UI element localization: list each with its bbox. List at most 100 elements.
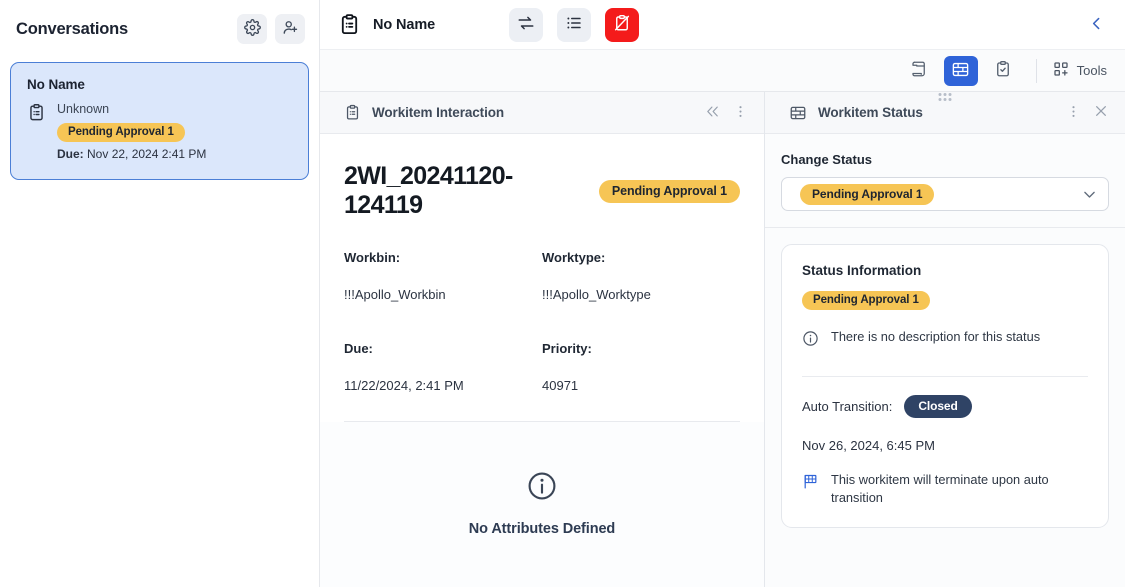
status-description-row: There is no description for this status xyxy=(802,328,1088,352)
status-pane-close-button[interactable] xyxy=(1087,99,1115,127)
grid-plus-icon xyxy=(1053,61,1069,80)
field-spacer xyxy=(344,302,542,341)
settings-button[interactable] xyxy=(237,14,267,44)
kebab-menu-icon xyxy=(1066,104,1081,122)
chevrons-left-icon xyxy=(705,104,720,122)
tools-label: Tools xyxy=(1076,63,1107,78)
status-description: There is no description for this status xyxy=(831,329,1041,344)
due-value: 11/22/2024, 2:41 PM xyxy=(344,378,464,393)
priority-value: 40971 xyxy=(542,378,579,393)
workitem-title: No Name xyxy=(373,16,436,33)
terminate-note: This workitem will terminate upon auto t… xyxy=(831,472,1049,506)
auto-transition-row: Auto Transition: Closed xyxy=(802,395,1088,418)
field-column-right: Worktype: !!!Apollo_Worktype Priority: 4… xyxy=(542,250,740,393)
conversation-due: Due: Nov 22, 2024 2:41 PM xyxy=(57,147,292,161)
workitem-status-pane: Workitem Status Change Status Pending Ap… xyxy=(765,92,1125,587)
auto-transition-value: Closed xyxy=(904,395,972,418)
wall-brick-icon xyxy=(951,60,970,82)
panes-container: Workitem Interaction 2WI_20241120-124119… xyxy=(320,92,1125,587)
status-pane-title: Workitem Status xyxy=(818,105,923,120)
status-select[interactable]: Pending Approval 1 xyxy=(781,177,1109,211)
conversations-sidebar: Conversations No Name Unknown Pending Ap… xyxy=(0,0,320,587)
status-card-divider xyxy=(802,376,1088,377)
toolbar-divider xyxy=(1035,58,1037,83)
workbin-value: !!!Apollo_Workbin xyxy=(344,287,446,302)
flag-grid-icon xyxy=(802,471,820,495)
workitem-id: 2WI_20241120-124119 xyxy=(344,162,513,219)
workitem-field-grid: Workbin: !!!Apollo_Workbin Due: 11/22/20… xyxy=(344,250,740,393)
due-value: Nov 22, 2024 2:41 PM xyxy=(87,147,207,161)
scroll-view-button[interactable] xyxy=(902,56,936,86)
gear-icon xyxy=(243,19,261,39)
status-card-badge: Pending Approval 1 xyxy=(802,291,930,310)
workitem-interaction-pane: Workitem Interaction 2WI_20241120-124119… xyxy=(320,92,765,587)
auto-transition-label: Auto Transition: xyxy=(802,399,893,414)
collapse-panel-button[interactable] xyxy=(1079,8,1113,42)
empty-state-text: No Attributes Defined xyxy=(468,521,616,537)
status-information-title: Status Information xyxy=(802,263,922,278)
conversation-name: No Name xyxy=(27,77,85,92)
field-column-left: Workbin: !!!Apollo_Workbin Due: 11/22/20… xyxy=(344,250,542,393)
info-circle-icon xyxy=(526,470,558,507)
clipboard-cancel-icon xyxy=(613,14,631,35)
pane-collapse-button[interactable] xyxy=(698,99,726,127)
wall-brick-icon xyxy=(789,104,807,122)
content-area: No Name Tools Workitem Interaction 2WI_2… xyxy=(320,0,1125,587)
sidebar-header: Conversations xyxy=(0,0,319,58)
scroll-icon xyxy=(910,60,928,81)
transfer-arrows-icon xyxy=(517,14,535,35)
clipboard-list-icon xyxy=(344,104,361,121)
conversation-details: Unknown Pending Approval 1 Due: Nov 22, … xyxy=(57,102,292,161)
field-spacer xyxy=(542,302,740,341)
terminate-note-row: This workitem will terminate upon auto t… xyxy=(802,471,1088,507)
tools-button[interactable]: Tools xyxy=(1047,56,1113,85)
status-card-badge-row: Pending Approval 1 xyxy=(802,290,1088,310)
clipboard-list-icon xyxy=(27,102,47,161)
list-button[interactable] xyxy=(557,7,592,42)
pane-title: Workitem Interaction xyxy=(372,105,505,120)
workitem-topbar: No Name xyxy=(320,0,1125,50)
workitem-status-badge: Pending Approval 1 xyxy=(598,179,740,203)
chevron-down-icon xyxy=(1081,186,1098,203)
status-pane-menu-button[interactable] xyxy=(1059,99,1087,127)
list-bullets-icon xyxy=(565,14,583,35)
status-badge: Pending Approval 1 xyxy=(57,123,185,142)
due-label: Due: xyxy=(57,147,84,161)
selected-status-badge: Pending Approval 1 xyxy=(800,183,935,205)
workitem-title-row: 2WI_20241120-124119 Pending Approval 1 xyxy=(344,162,740,220)
cancel-workitem-button[interactable] xyxy=(605,7,640,42)
clipboard-list-icon xyxy=(338,13,361,36)
panel-drag-handle[interactable] xyxy=(938,93,952,101)
workitem-interaction-header: Workitem Interaction xyxy=(320,92,764,134)
transfer-button[interactable] xyxy=(509,7,544,42)
kebab-menu-icon xyxy=(733,104,748,122)
change-status-section: Change Status Pending Approval 1 xyxy=(765,134,1125,211)
workitem-status-view-button[interactable] xyxy=(943,55,978,86)
worktype-value: !!!Apollo_Worktype xyxy=(542,287,651,302)
info-circle-icon xyxy=(802,328,820,352)
pane-menu-button[interactable] xyxy=(726,99,754,127)
change-status-label: Change Status xyxy=(781,152,873,167)
status-information-card: Status Information Pending Approval 1 Th… xyxy=(781,244,1109,529)
app-root: Conversations No Name Unknown Pending Ap… xyxy=(0,0,1125,587)
clipboard-check-button[interactable] xyxy=(986,56,1020,86)
topbar-actions xyxy=(509,7,640,42)
due-label: Due: xyxy=(344,341,373,356)
clipboard-check-icon xyxy=(994,60,1012,81)
tools-toolbar: Tools xyxy=(320,50,1125,92)
close-x-icon xyxy=(1093,103,1109,122)
conversation-body: Unknown Pending Approval 1 Due: Nov 22, … xyxy=(27,102,292,161)
page-title: Conversations xyxy=(16,19,129,38)
priority-label: Priority: xyxy=(542,341,592,356)
user-plus-icon xyxy=(282,19,299,39)
conversation-channel: Unknown xyxy=(57,102,110,116)
chevron-left-icon xyxy=(1088,15,1105,35)
workbin-label: Workbin: xyxy=(344,250,401,265)
attributes-empty-state: No Attributes Defined xyxy=(320,422,764,587)
worktype-label: Worktype: xyxy=(542,250,606,265)
workitem-details: 2WI_20241120-124119 Pending Approval 1 W… xyxy=(320,134,764,422)
auto-transition-date: Nov 26, 2024, 6:45 PM xyxy=(802,438,935,453)
add-user-button[interactable] xyxy=(275,14,305,44)
status-divider xyxy=(765,227,1125,228)
conversation-list-item[interactable]: No Name Unknown Pending Approval 1 Due: … xyxy=(10,62,309,180)
